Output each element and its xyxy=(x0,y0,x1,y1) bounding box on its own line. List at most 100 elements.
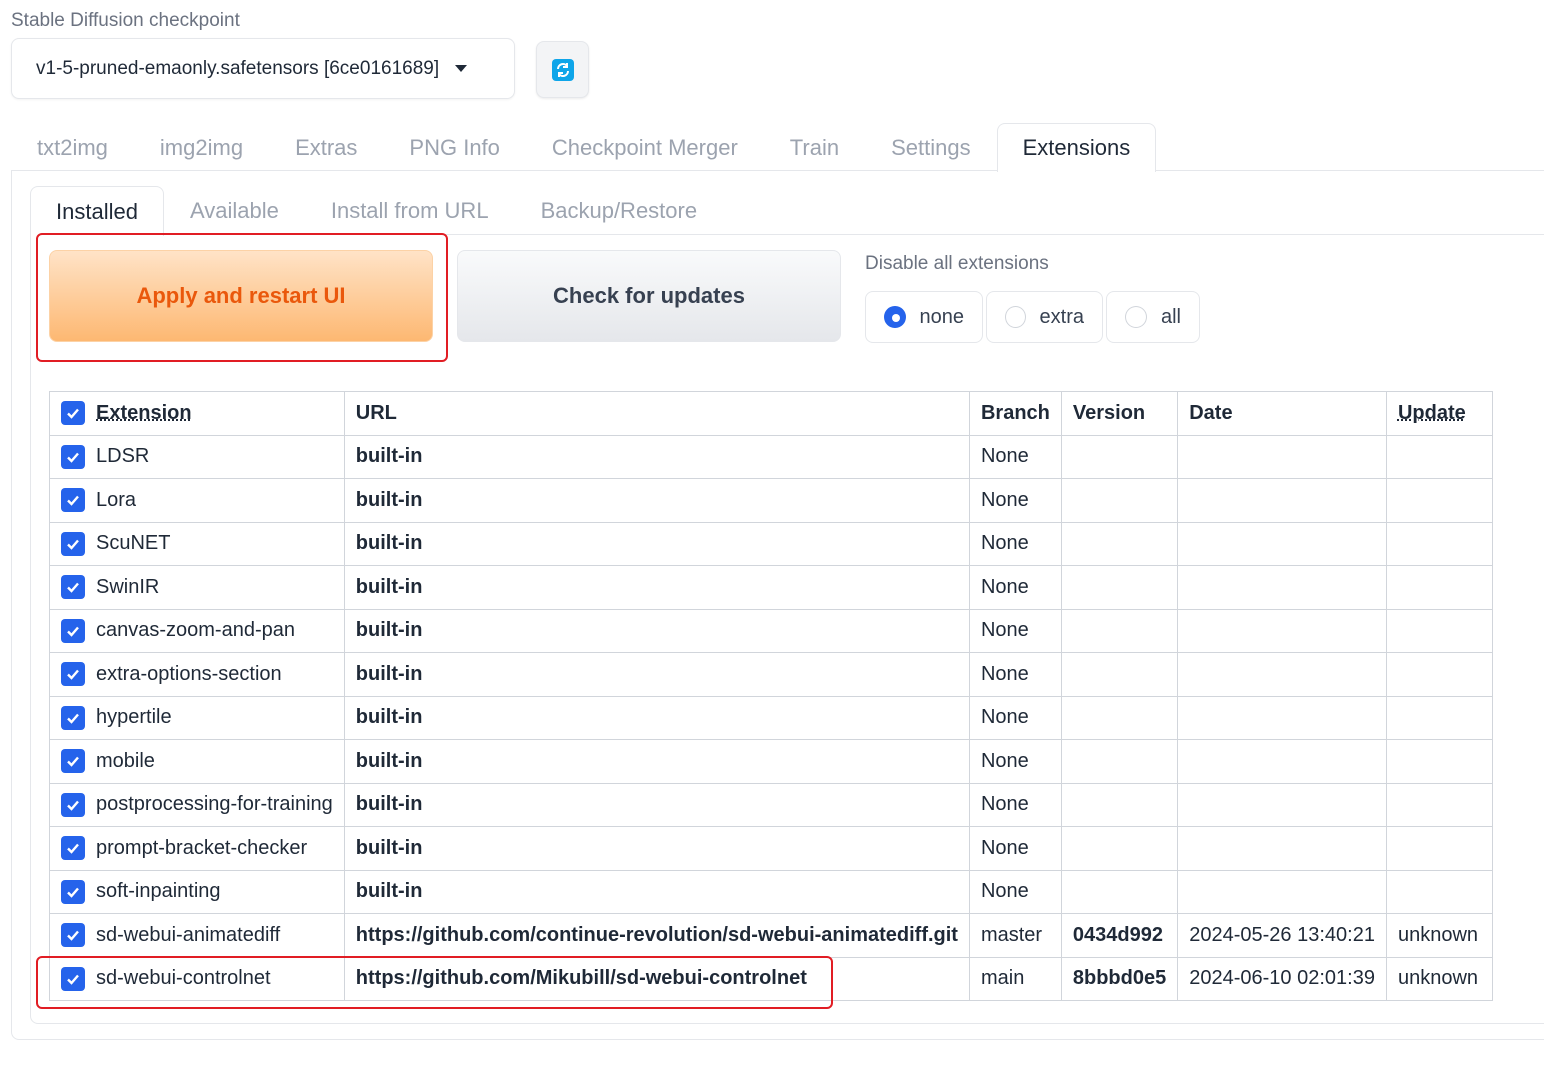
extension-version: 8bbbd0e5 xyxy=(1060,956,1179,1001)
radio-none-label: none xyxy=(919,305,965,328)
extension-name: prompt-bracket-checker xyxy=(96,836,308,859)
extension-name: SwinIR xyxy=(96,575,160,598)
tab-txt2img[interactable]: txt2img xyxy=(11,123,134,171)
extension-url: built-in xyxy=(343,826,970,871)
radio-all[interactable]: all xyxy=(1106,291,1200,343)
extension-cell: hypertile xyxy=(49,695,345,740)
extension-name: canvas-zoom-and-pan xyxy=(96,619,295,642)
extension-name: sd-webui-controlnet xyxy=(96,967,271,990)
table-row: Lora built-in None xyxy=(49,478,1493,523)
extension-checkbox[interactable] xyxy=(61,792,85,817)
extension-checkbox[interactable] xyxy=(61,879,85,904)
radio-all-label: all xyxy=(1160,305,1181,328)
tab-img2img[interactable]: img2img xyxy=(134,123,269,171)
extension-update xyxy=(1385,565,1493,610)
radio-none[interactable]: none xyxy=(865,291,983,343)
extension-branch: None xyxy=(968,652,1062,697)
extension-checkbox[interactable] xyxy=(61,705,85,730)
extension-branch: None xyxy=(968,782,1062,827)
checkmark-icon xyxy=(67,452,79,463)
extension-date: 2024-06-10 02:01:39 xyxy=(1177,956,1387,1001)
extension-update xyxy=(1385,478,1493,523)
extension-update xyxy=(1385,652,1493,697)
tab-extras[interactable]: Extras xyxy=(269,123,383,171)
extension-checkbox[interactable] xyxy=(61,444,85,469)
extension-version xyxy=(1060,869,1179,914)
header-extension[interactable]: Extension xyxy=(49,391,345,436)
extension-checkbox[interactable] xyxy=(61,531,85,556)
extension-date xyxy=(1177,478,1387,523)
extension-checkbox[interactable] xyxy=(61,488,85,513)
extension-date: 2024-05-26 13:40:21 xyxy=(1177,913,1387,958)
extension-version xyxy=(1060,434,1179,479)
extension-checkbox[interactable] xyxy=(61,923,85,948)
extension-date xyxy=(1177,826,1387,871)
header-url: URL xyxy=(343,391,970,436)
extension-checkbox[interactable] xyxy=(61,662,85,687)
extension-checkbox[interactable] xyxy=(61,966,85,991)
disable-extensions-radio-group: none extra all xyxy=(865,291,1200,343)
tab-train[interactable]: Train xyxy=(764,123,865,171)
extension-date xyxy=(1177,521,1387,566)
extension-update: unknown xyxy=(1385,956,1493,1001)
extension-update xyxy=(1385,826,1493,871)
refresh-checkpoint-button[interactable] xyxy=(536,41,589,98)
extension-version: 0434d992 xyxy=(1060,913,1179,958)
extension-cell: sd-webui-controlnet xyxy=(49,956,345,1001)
extension-url: built-in xyxy=(343,434,970,479)
extension-name: extra-options-section xyxy=(96,662,282,685)
extension-checkbox[interactable] xyxy=(61,836,85,861)
radio-unchecked-icon xyxy=(1005,306,1026,328)
checkpoint-dropdown[interactable]: v1-5-pruned-emaonly.safetensors [6ce0161… xyxy=(11,38,515,99)
extension-date xyxy=(1177,434,1387,479)
extension-cell: ScuNET xyxy=(49,521,345,566)
table-row: soft-inpainting built-in None xyxy=(49,869,1493,914)
header-update[interactable]: Update xyxy=(1385,391,1493,436)
extension-checkbox[interactable] xyxy=(61,749,85,774)
extension-version xyxy=(1060,521,1179,566)
extension-version xyxy=(1060,739,1179,784)
extension-branch: None xyxy=(968,608,1062,653)
extension-version xyxy=(1060,782,1179,827)
extension-cell: extra-options-section xyxy=(49,652,345,697)
extension-checkbox[interactable] xyxy=(61,618,85,643)
extension-version xyxy=(1060,652,1179,697)
chevron-down-icon xyxy=(455,65,468,72)
tab-backup-restore[interactable]: Backup/Restore xyxy=(515,186,724,235)
refresh-icon xyxy=(551,58,574,81)
extension-update xyxy=(1385,521,1493,566)
tab-install-from-url[interactable]: Install from URL xyxy=(305,186,515,235)
extension-cell: prompt-bracket-checker xyxy=(49,826,345,871)
checkpoint-value: v1-5-pruned-emaonly.safetensors [6ce0161… xyxy=(36,57,440,79)
radio-extra[interactable]: extra xyxy=(986,291,1103,343)
extension-url: built-in xyxy=(343,695,970,740)
extension-date xyxy=(1177,782,1387,827)
header-branch: Branch xyxy=(968,391,1062,436)
extension-url: built-in xyxy=(343,565,970,610)
extension-update xyxy=(1385,695,1493,740)
extension-branch: None xyxy=(968,869,1062,914)
checkmark-icon xyxy=(67,495,79,507)
extension-checkbox[interactable] xyxy=(61,575,85,600)
check-for-updates-button[interactable]: Check for updates xyxy=(457,250,841,342)
select-all-checkbox[interactable] xyxy=(61,401,85,426)
extension-name: postprocessing-for-training xyxy=(96,793,333,816)
tab-settings[interactable]: Settings xyxy=(865,123,997,171)
header-version: Version xyxy=(1060,391,1179,436)
checkmark-icon xyxy=(67,669,79,681)
tab-installed[interactable]: Installed xyxy=(30,186,164,236)
extension-date xyxy=(1177,739,1387,784)
extension-update xyxy=(1385,434,1493,479)
extension-cell: SwinIR xyxy=(49,565,345,610)
tab-available[interactable]: Available xyxy=(164,186,305,235)
extension-version xyxy=(1060,695,1179,740)
extension-url: built-in xyxy=(343,739,970,784)
extension-cell: postprocessing-for-training xyxy=(49,782,345,827)
extension-branch: None xyxy=(968,434,1062,479)
extension-url: https://github.com/continue-revolution/s… xyxy=(343,913,970,958)
tab-png-info[interactable]: PNG Info xyxy=(383,123,525,171)
apply-and-restart-button[interactable]: Apply and restart UI xyxy=(49,250,433,342)
tab-extensions[interactable]: Extensions xyxy=(996,123,1157,172)
tab-checkpoint-merger[interactable]: Checkpoint Merger xyxy=(526,123,764,171)
extension-update xyxy=(1385,782,1493,827)
